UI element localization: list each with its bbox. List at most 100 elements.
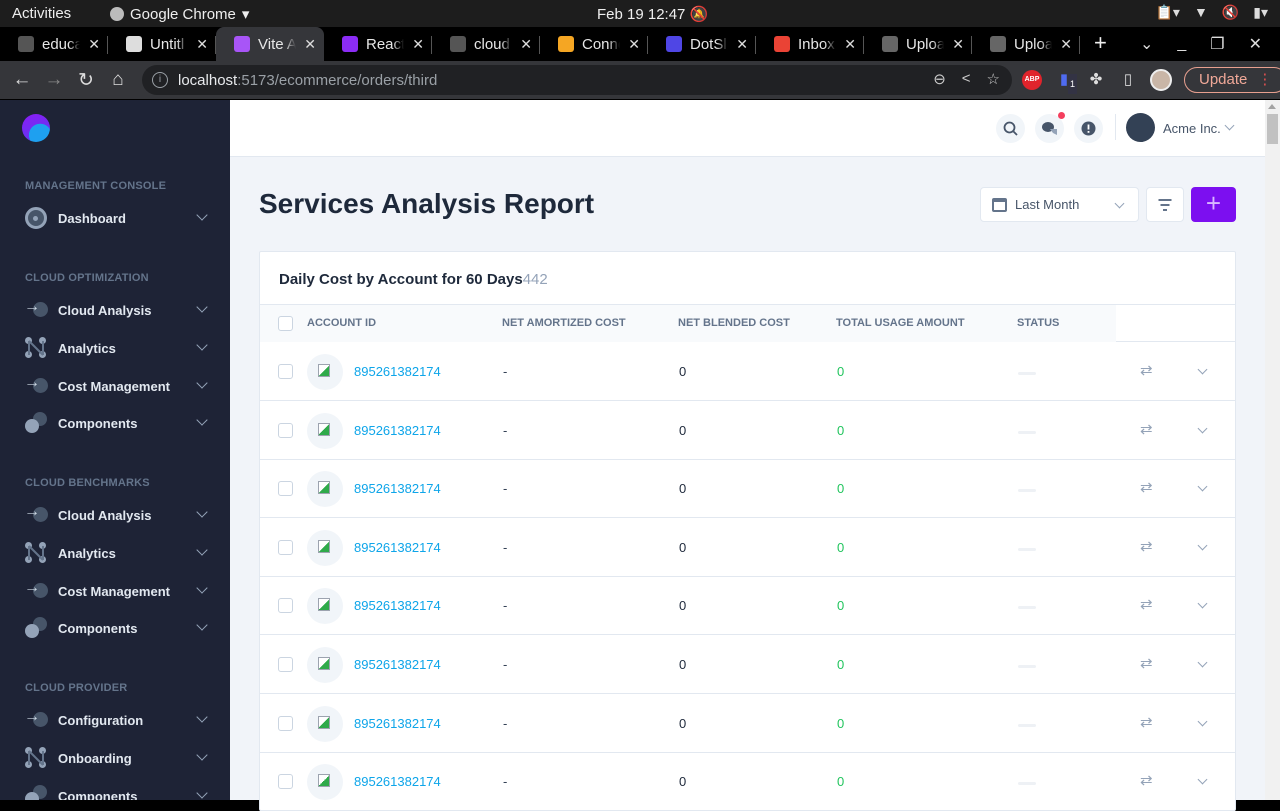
page-scrollbar[interactable] [1265, 100, 1280, 800]
browser-tab[interactable]: Inbox ✕ [756, 27, 864, 61]
search-button[interactable] [996, 114, 1025, 143]
close-tab-icon[interactable]: ✕ [844, 36, 856, 53]
profile-avatar[interactable] [1150, 69, 1172, 91]
browser-tab[interactable]: React ✕ [324, 27, 432, 61]
browser-tab[interactable]: Untitl ✕ [108, 27, 216, 61]
chevron-down-icon[interactable] [1224, 120, 1235, 131]
tab-search-icon[interactable]: ⌄ [1140, 34, 1153, 54]
browser-tab[interactable]: educa ✕ [0, 27, 108, 61]
table-row[interactable]: 895261382174 - 0 0 ⇄ [260, 752, 1235, 811]
zoom-icon[interactable]: ⊖ [933, 70, 946, 88]
chevron-down-icon[interactable] [196, 544, 208, 556]
chevron-down-icon[interactable] [196, 506, 208, 518]
chevron-down-icon[interactable] [196, 339, 208, 351]
account-id-link[interactable]: 895261382174 [354, 657, 441, 672]
table-row[interactable]: 895261382174 - 0 0 ⇄ [260, 635, 1235, 694]
table-row[interactable]: 895261382174 - 0 0 ⇄ [260, 518, 1235, 577]
back-button[interactable]: ← [6, 69, 38, 91]
column-account-id[interactable]: ACCOUNT ID [307, 317, 376, 329]
sidebar-item[interactable]: Onboarding [25, 746, 210, 770]
expand-row-chevron-icon[interactable] [1197, 774, 1208, 785]
side-panel-icon[interactable]: ▯ [1118, 70, 1138, 90]
site-info-icon[interactable]: i [152, 72, 168, 88]
sidebar-item[interactable]: Dashboard [25, 206, 210, 230]
chevron-down-icon[interactable] [196, 582, 208, 594]
update-button[interactable]: Update ⋮ [1184, 67, 1280, 93]
row-checkbox[interactable] [278, 774, 293, 790]
sidebar-item[interactable]: Cloud Analysis [24, 503, 210, 527]
expand-row-chevron-icon[interactable] [1197, 657, 1208, 668]
sidebar-item[interactable]: Configuration [24, 708, 210, 732]
chevron-down-icon[interactable] [196, 209, 208, 221]
swap-arrows-icon[interactable]: ⇄ [1140, 771, 1153, 789]
expand-row-chevron-icon[interactable] [1197, 481, 1208, 492]
share-icon[interactable]: < [962, 70, 971, 88]
row-checkbox[interactable] [278, 481, 293, 497]
chevron-down-icon[interactable] [196, 787, 208, 799]
expand-row-chevron-icon[interactable] [1197, 598, 1208, 609]
close-tab-icon[interactable]: ✕ [628, 36, 640, 53]
close-tab-icon[interactable]: ✕ [736, 36, 748, 53]
chevron-down-icon[interactable] [196, 749, 208, 761]
alerts-button[interactable] [1074, 114, 1103, 143]
system-tray[interactable]: 📋▾ ▼ 🔇 ▮▾ [1156, 4, 1269, 21]
close-window-button[interactable]: ✕ [1249, 34, 1262, 54]
expand-row-chevron-icon[interactable] [1197, 364, 1208, 375]
close-tab-icon[interactable]: ✕ [412, 36, 424, 53]
table-row[interactable]: 895261382174 - 0 0 ⇄ [260, 401, 1235, 460]
table-row[interactable]: 895261382174 - 0 0 ⇄ [260, 342, 1235, 401]
home-button[interactable]: ⌂ [102, 69, 134, 91]
browser-tab[interactable]: Uploa ✕ [972, 27, 1080, 61]
scrollbar-thumb[interactable] [1267, 114, 1278, 144]
column-net-amortized-cost[interactable]: NET AMORTIZED COST [502, 317, 626, 329]
messages-button[interactable] [1035, 112, 1065, 143]
close-tab-icon[interactable]: ✕ [1060, 36, 1072, 53]
extensions-puzzle-icon[interactable]: ✤ [1086, 70, 1106, 90]
browser-tab[interactable]: DotSl ✕ [648, 27, 756, 61]
swap-arrows-icon[interactable]: ⇄ [1140, 654, 1153, 672]
browser-tab[interactable]: cloud ✕ [432, 27, 540, 61]
swap-arrows-icon[interactable]: ⇄ [1140, 361, 1153, 379]
address-bar[interactable]: i localhost:5173/ecommerce/orders/third … [142, 65, 1012, 95]
row-checkbox[interactable] [278, 364, 293, 379]
chevron-down-icon[interactable] [196, 414, 208, 426]
sidebar-item[interactable]: Components [25, 616, 210, 640]
account-id-link[interactable]: 895261382174 [354, 364, 441, 379]
swap-arrows-icon[interactable]: ⇄ [1140, 537, 1153, 555]
scroll-up-arrow[interactable] [1268, 104, 1276, 109]
sidebar-item[interactable]: Cloud Analysis [24, 298, 210, 322]
account-id-link[interactable]: 895261382174 [354, 481, 441, 496]
user-avatar[interactable] [1126, 113, 1155, 142]
table-row[interactable]: 895261382174 - 0 0 ⇄ [260, 576, 1235, 636]
table-row[interactable]: 895261382174 - 0 0 ⇄ [260, 694, 1235, 753]
close-tab-icon[interactable]: ✕ [88, 36, 100, 53]
sidebar-item[interactable]: Analytics [25, 336, 210, 360]
activities-button[interactable]: Activities [12, 5, 71, 22]
chevron-down-icon[interactable] [196, 301, 208, 313]
swap-arrows-icon[interactable]: ⇄ [1140, 713, 1153, 731]
column-total-usage-amount[interactable]: TOTAL USAGE AMOUNT [836, 317, 965, 329]
row-checkbox[interactable] [278, 598, 293, 614]
swap-arrows-icon[interactable]: ⇄ [1140, 595, 1153, 613]
expand-row-chevron-icon[interactable] [1197, 716, 1208, 727]
swap-arrows-icon[interactable]: ⇄ [1140, 420, 1153, 438]
minimize-button[interactable]: _ [1177, 35, 1186, 53]
column-net-blended-cost[interactable]: NET BLENDED COST [678, 317, 790, 329]
chevron-down-icon[interactable] [196, 619, 208, 631]
org-name[interactable]: Acme Inc. [1163, 121, 1221, 136]
account-id-link[interactable]: 895261382174 [354, 540, 441, 555]
new-tab-button[interactable]: + [1094, 27, 1107, 61]
restore-button[interactable]: ❐ [1210, 34, 1224, 54]
account-id-link[interactable]: 895261382174 [354, 423, 441, 438]
account-id-link[interactable]: 895261382174 [354, 716, 441, 731]
chevron-down-icon[interactable] [196, 711, 208, 723]
column-status[interactable]: STATUS [1017, 317, 1059, 329]
expand-row-chevron-icon[interactable] [1197, 540, 1208, 551]
browser-tab[interactable]: Conne ✕ [540, 27, 648, 61]
close-tab-icon[interactable]: ✕ [520, 36, 532, 53]
swap-arrows-icon[interactable]: ⇄ [1140, 478, 1153, 496]
clock[interactable]: Feb 19 12:47 🔕 [597, 5, 708, 23]
browser-tab[interactable]: Vite A ✕ [216, 27, 324, 61]
account-id-link[interactable]: 895261382174 [354, 598, 441, 613]
app-menu[interactable]: Google Chrome ▾ [110, 5, 249, 23]
